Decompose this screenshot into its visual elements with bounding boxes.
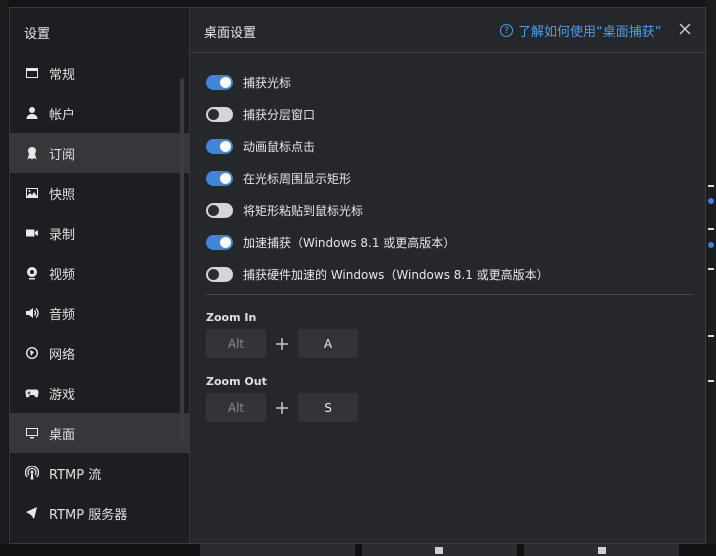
zoom-in-key[interactable]: A <box>298 329 358 358</box>
page-title: 桌面设置 <box>204 26 257 41</box>
toggle-row: 动画鼠标点击 <box>206 130 549 162</box>
toggle-switch[interactable] <box>206 106 233 122</box>
sidebar-item-11[interactable]: RTMP 服务器 <box>10 493 189 533</box>
toggle-switch[interactable] <box>206 170 233 186</box>
toggle-label: 捕获分层窗口 <box>243 107 316 122</box>
sidebar-item-label: 视频 <box>49 267 76 283</box>
sidebar-item-1[interactable]: 帐户 <box>10 93 189 133</box>
webcam-icon <box>25 266 39 280</box>
sidebar-item-label: 游戏 <box>49 387 76 403</box>
monitor-icon <box>25 426 39 440</box>
toggle-row: 捕获分层窗口 <box>206 98 549 130</box>
toggle-knob <box>220 172 231 184</box>
toggle-label: 将矩形粘贴到鼠标光标 <box>243 203 364 218</box>
settings-main: 桌面设置 ? 了解如何使用“桌面捕获” 捕获光标捕获分层窗口 动画鼠标点击在光标周… <box>190 8 705 543</box>
toggle-row: 在光标周围显示矩形 <box>206 162 549 194</box>
toggle-knob <box>208 268 219 280</box>
zoom-out-label: Zoom Out <box>206 375 267 388</box>
sidebar-item-label: 网络 <box>49 347 76 363</box>
background-app-bottom <box>0 544 716 556</box>
plus-icon <box>275 400 289 414</box>
settings-sidebar: 设置 常规帐户订阅快照录制视频音频网络游戏桌面 RTMP 流 RTMP 服务器 <box>10 8 190 543</box>
ribbon-icon <box>25 146 39 160</box>
toggle-knob <box>208 204 219 216</box>
server-icon <box>25 506 39 520</box>
zoom-in-label: Zoom In <box>206 311 257 324</box>
sidebar-item-7[interactable]: 网络 <box>10 333 189 373</box>
toggle-switch[interactable] <box>206 202 233 218</box>
sidebar-item-0[interactable]: 常规 <box>10 53 189 93</box>
settings-dialog: 设置 常规帐户订阅快照录制视频音频网络游戏桌面 RTMP 流 RTMP 服务器 桌面… <box>9 7 706 544</box>
toggle-row: 将矩形粘贴到鼠标光标 <box>206 194 549 226</box>
zoom-out-modifier-key[interactable]: Alt <box>206 393 266 422</box>
sidebar-item-3[interactable]: 快照 <box>10 173 189 213</box>
sidebar-item-8[interactable]: 游戏 <box>10 373 189 413</box>
toggle-row: 捕获光标 <box>206 66 549 98</box>
toggle-label: 加速捕获（Windows 8.1 或更高版本） <box>243 235 456 250</box>
help-link-text: 了解如何使用“桌面捕获” <box>518 25 662 40</box>
sidebar-item-5[interactable]: 视频 <box>10 253 189 293</box>
toggle-switch[interactable] <box>206 138 233 154</box>
sidebar-item-label: RTMP 服务器 <box>49 507 128 523</box>
help-link[interactable]: ? 了解如何使用“桌面捕获” <box>500 21 661 40</box>
sidebar-item-label: 常规 <box>49 67 76 83</box>
sidebar-item-6[interactable]: 音频 <box>10 293 189 333</box>
sidebar-item-2[interactable]: 订阅 <box>10 133 189 173</box>
background-app-left <box>0 0 8 556</box>
plus-icon <box>275 336 289 350</box>
toggle-label: 动画鼠标点击 <box>243 139 316 154</box>
sidebar-item-label: 帐户 <box>49 107 76 123</box>
broadcast-icon <box>25 466 39 480</box>
toggle-label: 在光标周围显示矩形 <box>243 171 352 186</box>
toggle-switch[interactable] <box>206 266 233 282</box>
toggle-label: 捕获硬件加速的 Windows（Windows 8.1 或更高版本） <box>243 267 549 282</box>
toggle-list: 捕获光标捕获分层窗口 动画鼠标点击在光标周围显示矩形 将矩形粘贴到鼠标光标加速捕获（… <box>206 66 549 290</box>
background-app-right <box>706 0 716 556</box>
toggle-switch[interactable] <box>206 234 233 250</box>
sidebar-nav: 常规帐户订阅快照录制视频音频网络游戏桌面 RTMP 流 RTMP 服务器 <box>10 53 189 533</box>
toggle-knob <box>220 140 231 152</box>
window-icon <box>25 66 39 80</box>
sidebar-scrollbar[interactable] <box>180 78 184 443</box>
toggle-knob <box>220 236 231 248</box>
camera-icon <box>25 226 39 240</box>
user-icon <box>25 106 39 120</box>
toggle-row: 加速捕获（Windows 8.1 或更高版本） <box>206 226 549 258</box>
toggle-switch[interactable] <box>206 74 233 90</box>
settings-header: 桌面设置 ? 了解如何使用“桌面捕获” <box>190 8 705 53</box>
toggle-knob <box>208 108 219 120</box>
sidebar-item-label: 订阅 <box>49 147 76 163</box>
divider <box>206 294 693 295</box>
sidebar-item-label: 音频 <box>49 307 76 323</box>
close-icon <box>679 23 691 35</box>
sidebar-item-9[interactable]: 桌面 <box>10 413 189 453</box>
gamepad-icon <box>25 386 39 400</box>
toggle-row: 捕获硬件加速的 Windows（Windows 8.1 或更高版本） <box>206 258 549 290</box>
zoom-in-modifier-key[interactable]: Alt <box>206 329 266 358</box>
network-icon <box>25 346 39 360</box>
close-button[interactable] <box>677 21 693 37</box>
sidebar-title: 设置 <box>24 27 51 42</box>
sidebar-item-4[interactable]: 录制 <box>10 213 189 253</box>
sidebar-item-label: RTMP 流 <box>49 467 102 483</box>
toggle-label: 捕获光标 <box>243 75 292 90</box>
zoom-out-key[interactable]: S <box>298 393 358 422</box>
sidebar-item-10[interactable]: RTMP 流 <box>10 453 189 493</box>
sidebar-item-label: 录制 <box>49 227 76 243</box>
sidebar-item-label: 快照 <box>49 187 76 203</box>
image-icon <box>25 186 39 200</box>
speaker-icon <box>25 306 39 320</box>
question-icon: ? <box>500 24 513 37</box>
sidebar-item-label: 桌面 <box>49 427 76 443</box>
toggle-knob <box>220 76 231 88</box>
